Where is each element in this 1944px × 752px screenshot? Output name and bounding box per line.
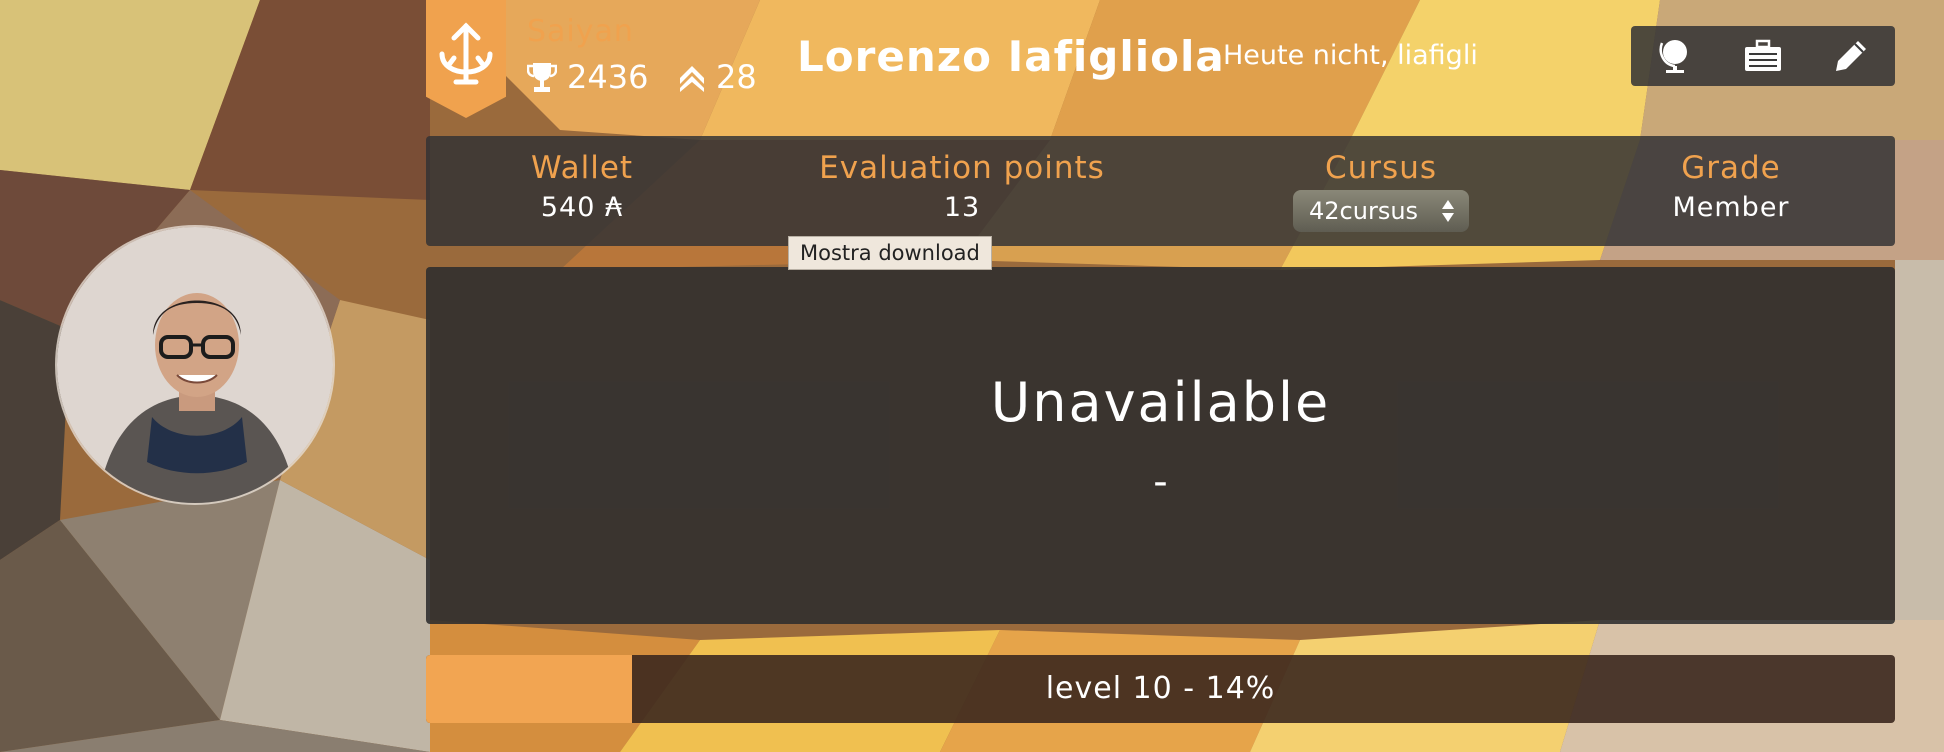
edit-button[interactable] xyxy=(1829,34,1873,78)
main-panel: Unavailable - xyxy=(426,267,1895,624)
coalition-rank-value: 28 xyxy=(716,58,757,96)
briefcase-icon xyxy=(1745,39,1781,71)
coalition-rank: 28 xyxy=(678,58,757,96)
pencil-icon xyxy=(1836,41,1866,71)
wallet-section: Wallet 540 ₳ xyxy=(531,150,633,223)
profile-toolbar xyxy=(1631,26,1895,86)
coalition-score-value: 2436 xyxy=(567,58,649,96)
level-text: level 10 - 14% xyxy=(1045,671,1276,706)
download-tooltip: Mostra download xyxy=(788,236,992,270)
coalition-emblem-icon xyxy=(439,22,493,85)
globe-button[interactable] xyxy=(1653,34,1697,78)
evaluation-points-label: Evaluation points xyxy=(819,150,1105,186)
availability-detail: - xyxy=(1153,459,1168,505)
coalition-score: 2436 xyxy=(527,58,648,96)
evaluation-points-section: Evaluation points 13 xyxy=(819,150,1105,223)
profile-photo xyxy=(57,227,333,503)
user-full-name: Lorenzo Iafigliola xyxy=(797,32,1225,81)
evaluation-points-value: 13 xyxy=(943,192,981,223)
cursus-select[interactable]: 42cursus xyxy=(1293,190,1469,232)
user-location: Heute nicht, liafigli xyxy=(1223,40,1478,71)
grade-label: Grade xyxy=(1681,150,1781,186)
grade-value: Member xyxy=(1672,192,1790,223)
wallet-value: 540 ₳ xyxy=(540,192,624,223)
wallet-label: Wallet xyxy=(530,150,634,186)
briefcase-button[interactable] xyxy=(1741,34,1785,78)
coalition-name: Saiyan xyxy=(527,14,634,49)
cursus-selected-value: 42cursus xyxy=(1309,197,1419,225)
cursus-label: Cursus xyxy=(1325,150,1437,186)
cursus-section: Cursus 42cursus xyxy=(1293,150,1469,232)
select-arrows-icon xyxy=(1442,200,1454,222)
coalition-badge[interactable] xyxy=(426,0,506,118)
availability-status: Unavailable xyxy=(990,371,1331,434)
trophy-icon xyxy=(527,63,557,92)
grade-section: Grade Member xyxy=(1672,150,1789,223)
globe-icon xyxy=(1659,40,1687,73)
avatar[interactable] xyxy=(55,225,335,505)
level-progress-bar: level 10 - 14% xyxy=(426,655,1895,723)
profile-info-bar: Wallet 540 ₳ Evaluation points 13 Cursus… xyxy=(426,136,1895,246)
rank-chevron-icon xyxy=(680,66,704,92)
